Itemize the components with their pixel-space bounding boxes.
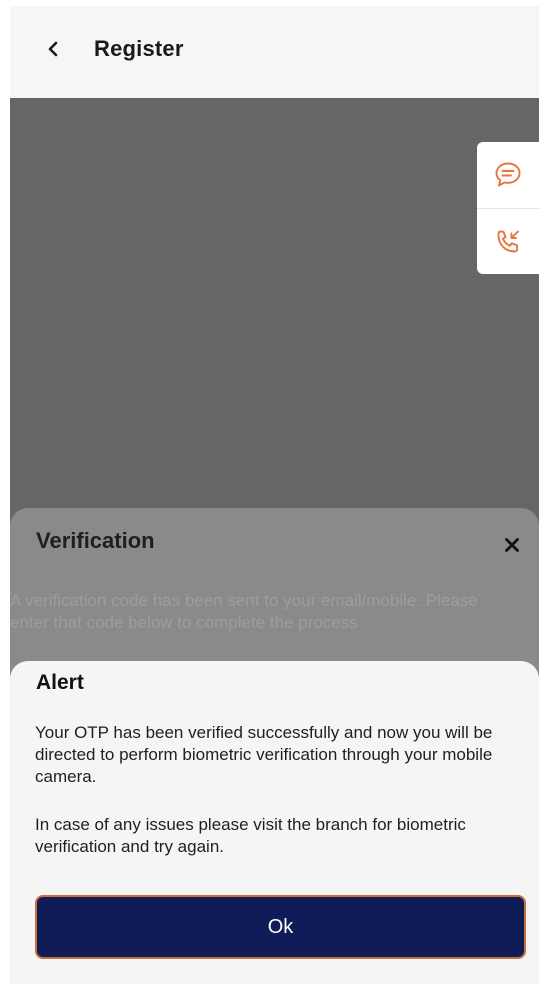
app-header: Register	[10, 6, 539, 98]
alert-title: Alert	[36, 671, 84, 694]
floating-action-panel	[477, 142, 539, 274]
verification-message: A verification code has been sent to you…	[10, 591, 478, 632]
alert-dialog: Alert Your OTP has been verified success…	[10, 661, 539, 984]
app-screen: Register Verification A verification cod…	[10, 6, 539, 984]
back-button[interactable]	[38, 34, 68, 64]
alert-message-primary: Your OTP has been verified successfully …	[35, 723, 493, 786]
back-chevron-icon	[48, 41, 58, 57]
chat-bubble-icon	[495, 162, 521, 187]
verification-title: Verification	[36, 528, 155, 553]
verification-close-button[interactable]	[501, 534, 523, 556]
call-button[interactable]	[477, 208, 539, 274]
page-title: Register	[94, 36, 184, 61]
ok-button[interactable]: Ok	[35, 895, 526, 959]
chat-button[interactable]	[477, 142, 539, 208]
incoming-call-icon	[497, 230, 519, 252]
alert-message-secondary: In case of any issues please visit the b…	[35, 815, 466, 856]
close-icon	[505, 538, 519, 552]
